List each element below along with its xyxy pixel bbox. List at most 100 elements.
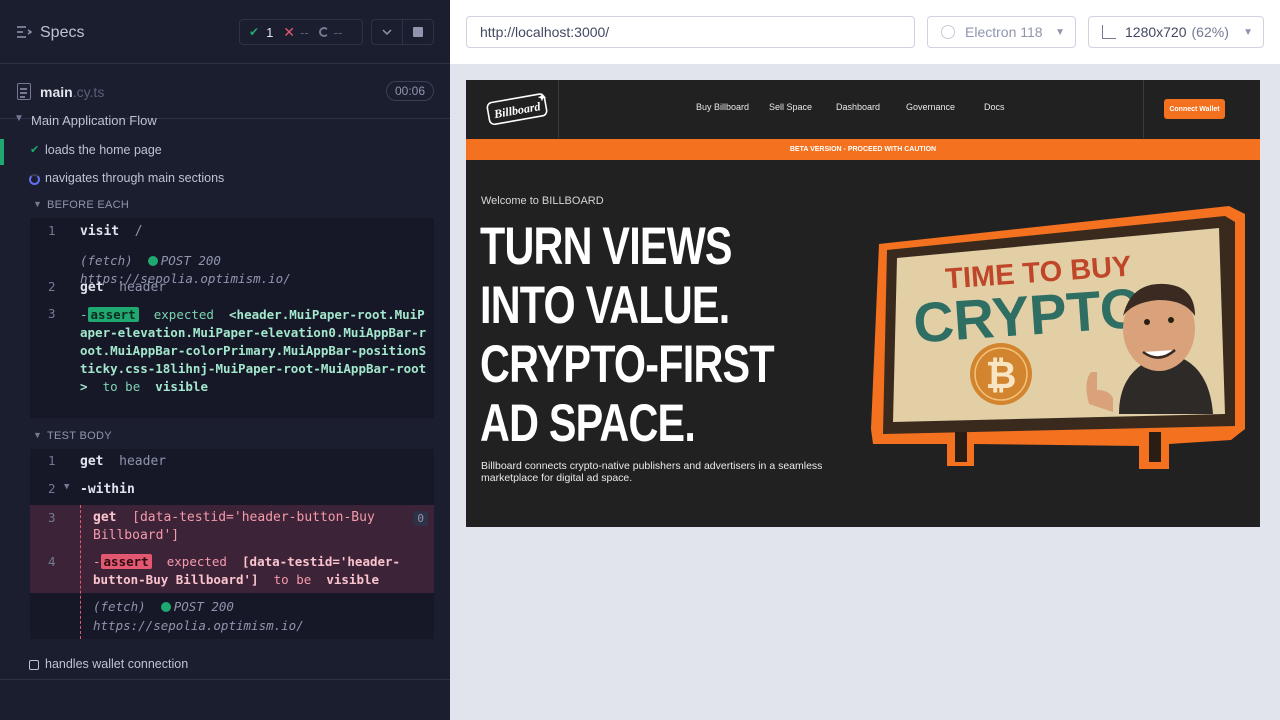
welcome-text: Welcome to BILLBOARD [481,195,604,207]
command-method: (fetch) [80,253,133,268]
command-number: 3 [48,306,56,321]
url-input[interactable] [466,16,915,48]
viewport-zoom: (62%) [1191,24,1229,40]
test-body-commands: 1 get header 2 ▼ -within 3 get [data-tes… [30,449,434,639]
collapse-button[interactable] [371,19,403,45]
check-icon: ✔ [249,25,260,39]
pending-icon [29,660,39,670]
hero-line: CRYPTO-FIRST [480,335,775,394]
hero-line: TURN VIEWS [480,217,733,276]
test-title: navigates through main sections [45,171,225,185]
spec-duration: 00:06 [386,81,434,101]
hook-label: BEFORE EACH [47,199,130,211]
app-header: Billboard Buy Billboard Sell Space Dashb… [466,80,1260,138]
command-number: 3 [48,510,56,525]
assert-verb: to be [102,379,141,394]
command-name: -within [80,482,135,497]
specs-header: Specs ✔ 1 ✕ -- -- [0,0,450,64]
command-row[interactable]: 2 get header [30,279,434,301]
hook-label: TEST BODY [47,430,112,442]
svg-text:₿: ₿ [986,355,1017,397]
browser-label: Electron 118 [965,24,1043,40]
beta-banner: BETA VERSION - PROCEED WITH CAUTION [466,139,1260,160]
assert-badge: assert [100,554,152,569]
connect-wallet-button[interactable]: Connect Wallet [1164,99,1225,119]
nav-buy-billboard[interactable]: Buy Billboard [696,102,749,112]
specs-icon[interactable] [16,24,32,40]
nav-sell-space[interactable]: Sell Space [769,102,812,112]
bitcoin-icon: ₿ [970,343,1032,405]
test-stats: ✔ 1 ✕ -- -- [239,19,363,45]
nest-guide [80,505,81,639]
status-dot-icon [147,256,158,266]
spinner-icon [318,27,329,37]
test-item-navigates[interactable]: navigates through main sections [0,170,450,192]
test-title: loads the home page [45,143,162,157]
before-each-commands: 1 visit / (fetch) POST 200 https://sepol… [30,218,434,418]
x-icon: ✕ [283,23,296,40]
hero-headline: TURN VIEWS INTO VALUE. CRYPTO-FIRST AD S… [480,217,775,453]
assert-state: visible [326,572,380,587]
test-item-wallet[interactable]: handles wallet connection [0,656,450,678]
reporter-panel: Specs ✔ 1 ✕ -- -- main.cy.ts 00:06 ▼ Main … [0,0,450,720]
command-row-failed-assert[interactable]: 4 - assert expected [data-testid='header-… [30,549,434,593]
nav-dashboard[interactable]: Dashboard [836,102,880,112]
viewport-icon [1102,25,1116,39]
command-row-fetch[interactable]: (fetch) POST 200 https://sepolia.optimis… [30,252,434,286]
command-number: 1 [48,223,56,238]
test-title: handles wallet connection [45,657,189,671]
hero-subtitle: Billboard connects crypto-native publish… [481,460,823,484]
command-name: get [80,454,104,469]
command-row[interactable]: 1 get header [30,453,434,475]
command-method: (fetch) [93,599,146,614]
viewport-size: 1280x720 [1125,24,1187,40]
passed-count: 1 [266,24,274,40]
app-preview: Billboard Buy Billboard Sell Space Dashb… [466,80,1260,527]
electron-icon [941,25,955,39]
command-number: 4 [48,554,56,569]
status-dot-icon [160,602,171,612]
test-item-loads-home[interactable]: ✔ loads the home page [0,139,450,165]
browser-selector[interactable]: Electron 118 ▼ [927,16,1076,48]
pending-count: -- [333,24,343,40]
file-icon [17,83,31,100]
passed-indicator [0,139,4,165]
suite-title[interactable]: Main Application Flow [31,113,331,128]
aut-header: Electron 118 ▼ 1280x720 (62%) ▼ [450,0,1280,64]
assert-expected: expected [153,307,214,322]
command-row-failed[interactable]: 3 get [data-testid='header-button-Buy Bi… [30,505,434,549]
command-row-assert[interactable]: 3 - assert expected <header.MuiPaper-root… [30,306,434,414]
specs-title[interactable]: Specs [40,24,84,42]
command-arg: header [119,280,167,295]
command-number: 2 [48,279,56,294]
command-row[interactable]: 1 visit / [30,223,434,245]
nav-docs[interactable]: Docs [984,102,1005,112]
hero-line: INTO VALUE. [480,276,730,335]
spec-file-header: main.cy.ts 00:06 [0,65,450,119]
nest-prefix: - [93,554,101,569]
command-arg: [data-testid='header-button-Buy Billboar… [93,510,375,543]
stop-icon [413,27,423,37]
command-number: 2 [48,481,56,496]
spec-file-name[interactable]: main.cy.ts [40,84,104,100]
divider [1143,80,1144,138]
chevron-down-icon: ▼ [64,482,70,492]
assert-state: visible [155,379,208,394]
chevron-down-icon[interactable]: ▼ [14,113,24,124]
command-row-within[interactable]: 2 ▼ -within [30,481,434,503]
stop-button[interactable] [402,19,434,45]
assert-expected: expected [166,554,227,569]
viewport-info[interactable]: 1280x720 (62%) ▼ [1088,16,1264,48]
command-row-fetch[interactable]: (fetch) POST 200 https://sepolia.optimism… [30,597,434,637]
nav-governance[interactable]: Governance [906,102,955,112]
check-icon: ✔ [30,144,40,156]
hero-line: AD SPACE. [480,394,696,453]
command-number: 1 [48,453,56,468]
billboard-logo: Billboard [486,93,548,126]
failed-count: -- [300,24,309,40]
billboard-illustration: TIME TO BUY CRYPTO! ₿ [871,206,1245,469]
command-arg: / [134,224,143,239]
chevron-down-icon: ▼ [33,199,43,209]
logo-container[interactable]: Billboard [466,80,559,138]
chevron-down-icon [382,29,392,36]
